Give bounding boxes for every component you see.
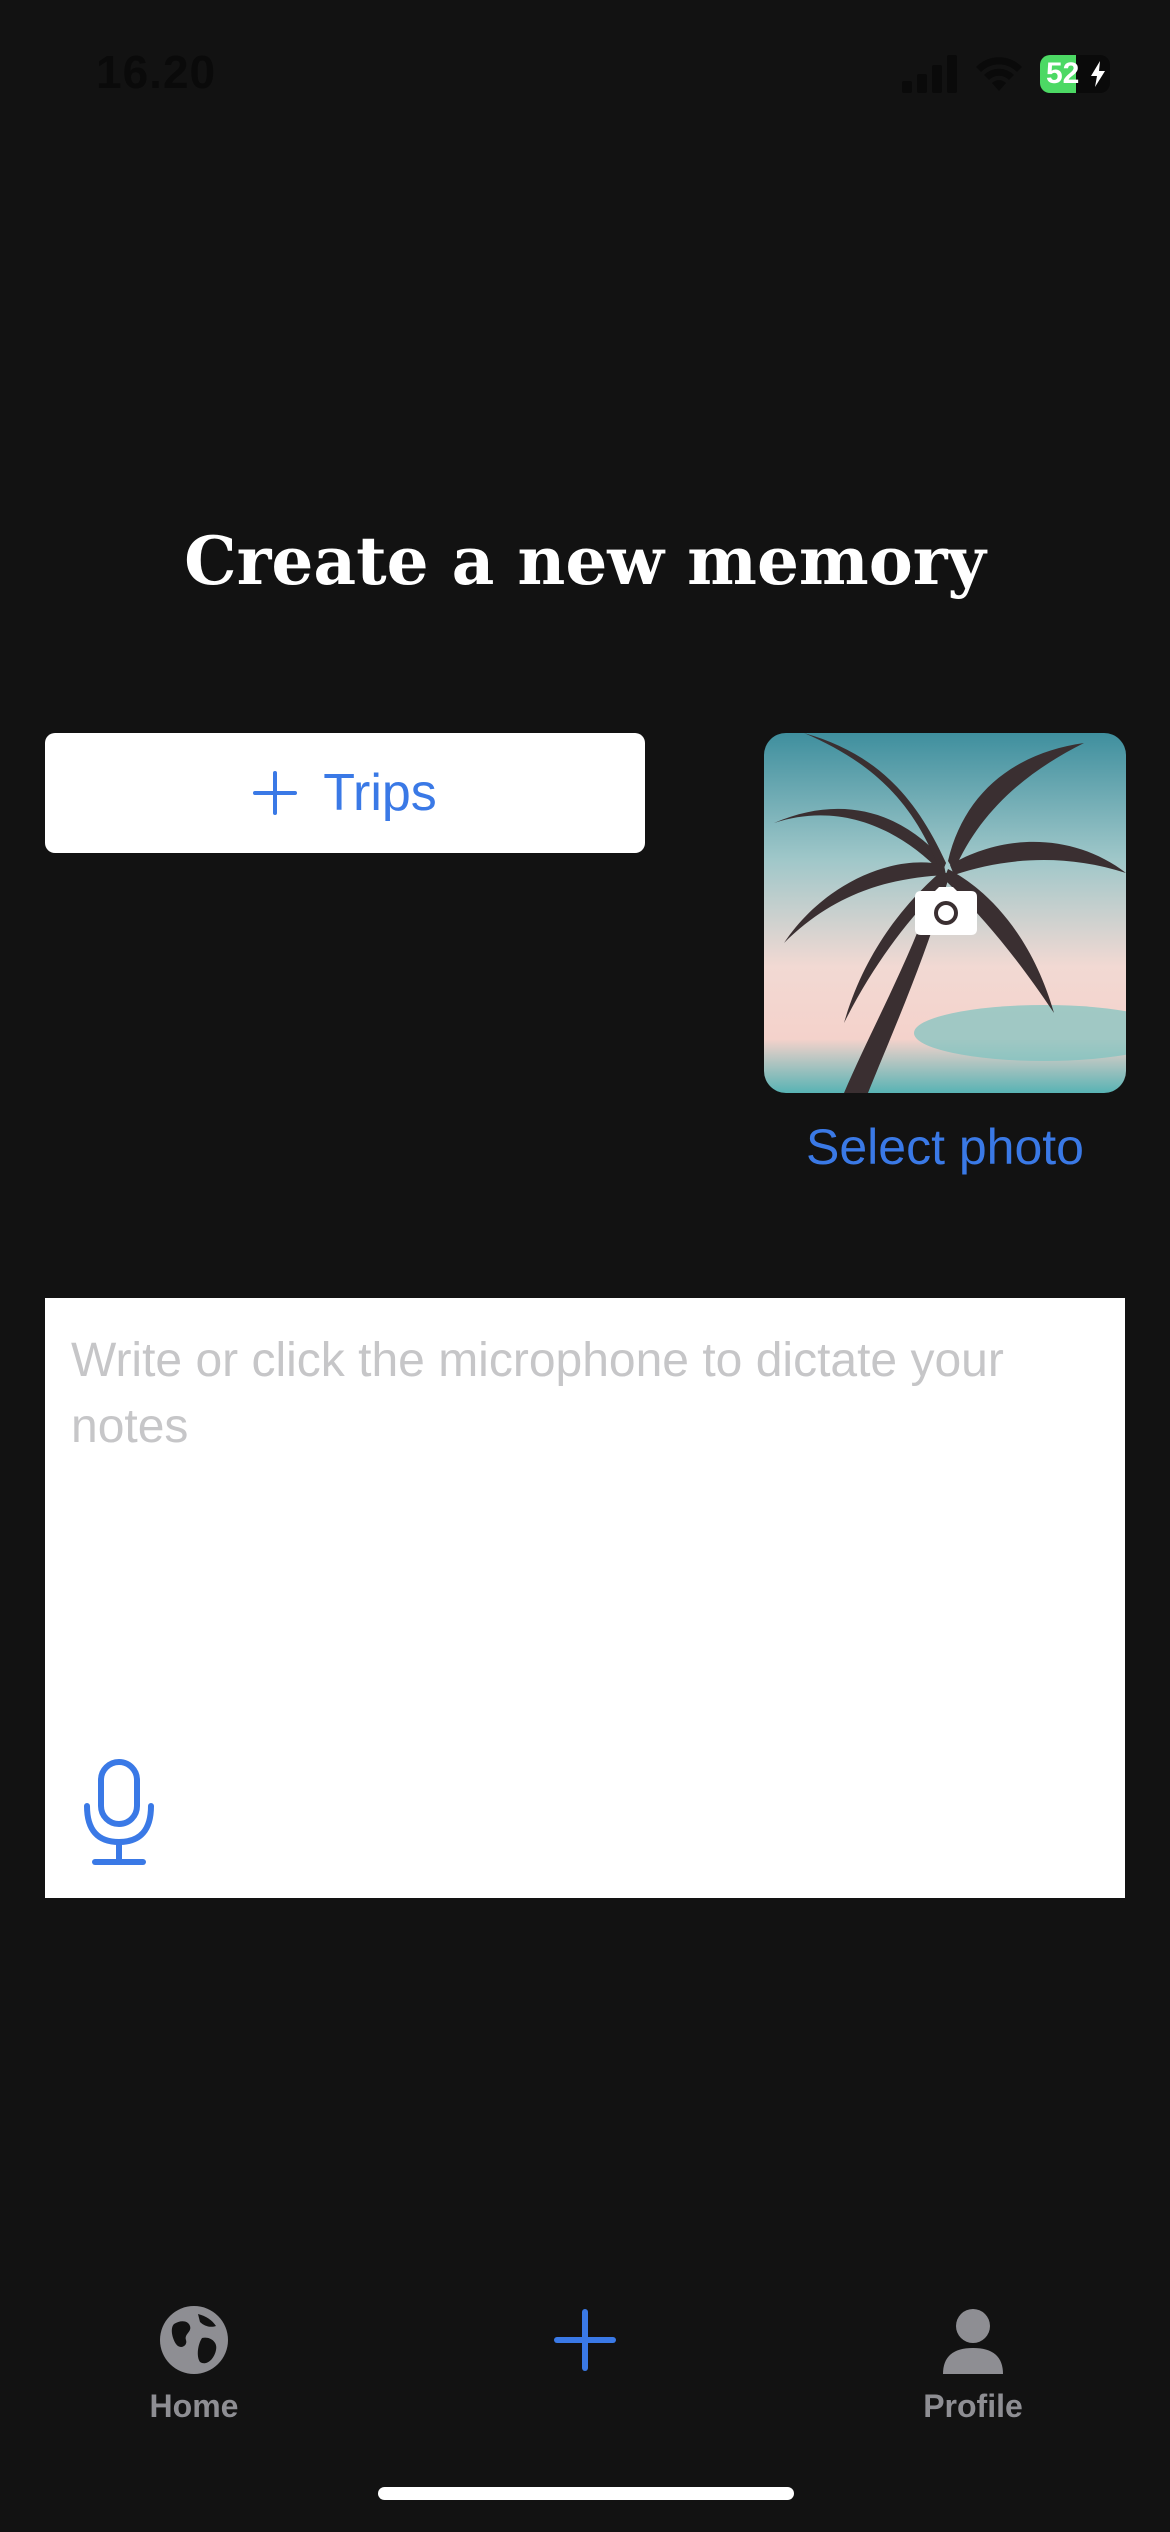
notes-input[interactable] [45,1298,1125,1898]
microphone-button[interactable] [79,1758,159,1868]
wifi-icon [976,57,1022,91]
select-photo-link[interactable]: Select photo [764,1118,1126,1176]
home-indicator[interactable] [378,2487,794,2500]
tab-profile-label: Profile [923,2388,1023,2424]
add-trip-button[interactable]: Trips [45,733,645,853]
page-title: Create a new memory [184,522,986,600]
microphone-icon [84,1759,154,1865]
battery-icon: 52 [1040,55,1110,93]
tab-home[interactable]: Home [74,2270,314,2440]
globe-icon [160,2306,228,2374]
status-bar: 16.20 52 [0,0,1170,150]
photo-thumbnail[interactable] [764,733,1126,1093]
tab-add[interactable] [465,2270,705,2440]
person-icon [943,2309,1003,2374]
tab-profile[interactable]: Profile [853,2270,1093,2440]
status-time: 16.20 [96,46,217,98]
camera-icon [915,887,977,935]
plus-icon [554,2309,616,2371]
signal-icon [902,55,957,93]
battery-percent: 52 [1046,57,1080,90]
charging-bolt-icon [1091,61,1105,87]
plus-icon [253,771,298,815]
tab-home-label: Home [149,2388,239,2424]
status-icons: 52 [902,50,1110,98]
notes-box [45,1298,1125,1898]
add-trip-label: Trips [323,764,437,822]
